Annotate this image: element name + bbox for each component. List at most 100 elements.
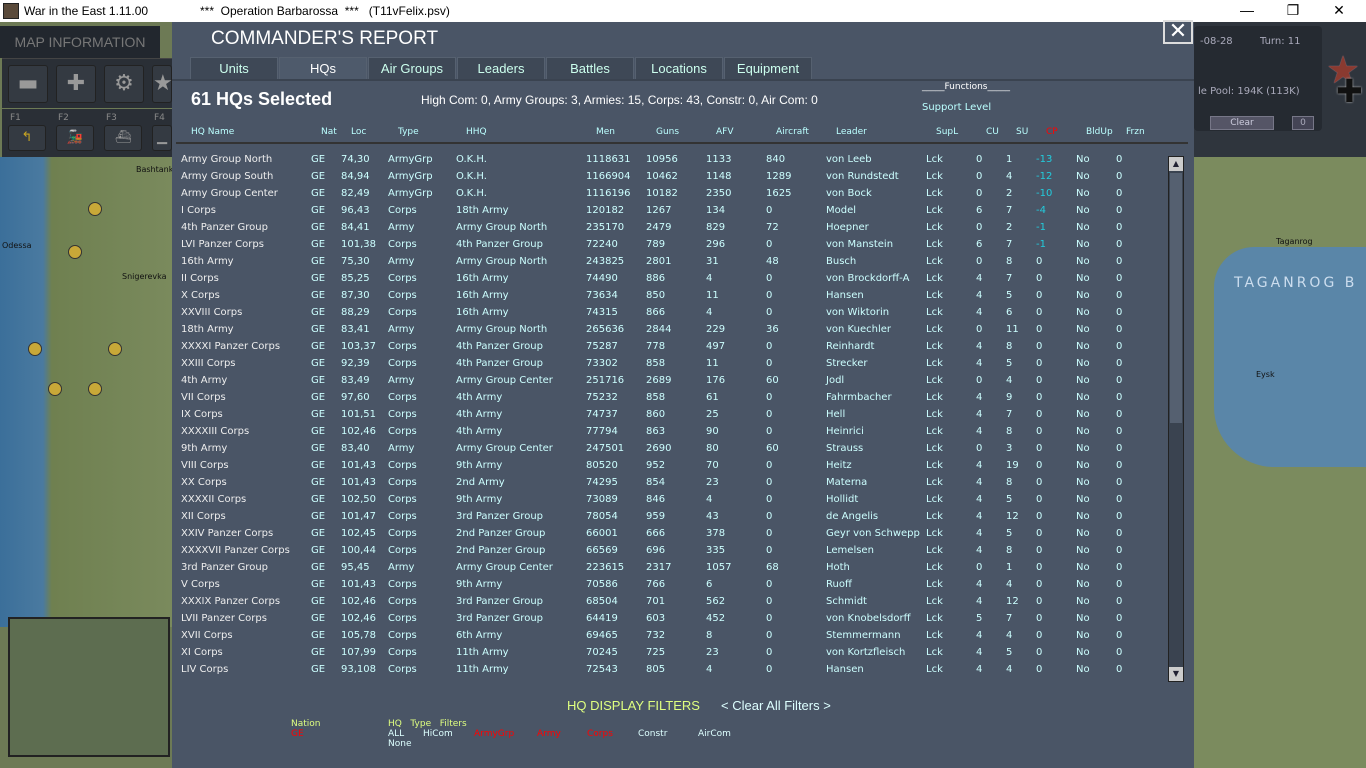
cell-aircraft: 0 xyxy=(766,579,773,590)
cell-nat: GE xyxy=(311,154,326,165)
cell-su: 2 xyxy=(1006,222,1013,233)
map-view[interactable]: Bashtanka Odessa Snigerevka xyxy=(0,157,178,627)
cell-loc: 102,46 xyxy=(341,426,376,437)
minimap[interactable] xyxy=(8,617,170,757)
cell-loc: 100,44 xyxy=(341,545,376,556)
unit-counter[interactable] xyxy=(28,342,42,356)
filter-hicom[interactable]: HiCom xyxy=(423,729,453,739)
tab-air-groups[interactable]: Air Groups xyxy=(368,57,456,80)
filter-aircom[interactable]: AirCom xyxy=(698,729,731,739)
filter-constr[interactable]: Constr xyxy=(638,729,667,739)
column-header-loc[interactable]: Loc xyxy=(351,127,366,137)
filter-corps[interactable]: Corps xyxy=(587,729,613,739)
cell-guns: 701 xyxy=(646,596,666,607)
cell-afv: 4 xyxy=(706,273,713,284)
scrollbar[interactable]: ▲ ▼ xyxy=(1168,156,1184,682)
maximize-button[interactable]: ❐ xyxy=(1270,2,1316,19)
column-header-leader[interactable]: Leader xyxy=(836,127,867,137)
cell-leader: Hansen xyxy=(826,664,864,675)
filter-armygrp[interactable]: ArmyGrp xyxy=(474,729,514,739)
german-cross-icon[interactable]: ✚ xyxy=(1336,72,1363,110)
tab-hqs[interactable]: HQs xyxy=(279,57,367,80)
column-header-cp[interactable]: CP xyxy=(1046,127,1058,137)
column-header-frzn[interactable]: Frzn xyxy=(1126,127,1145,137)
unit-counter[interactable] xyxy=(68,245,82,259)
cell-type: Corps xyxy=(388,290,417,301)
cell-aircraft: 840 xyxy=(766,154,786,165)
scroll-up-arrow-icon[interactable]: ▲ xyxy=(1169,157,1183,171)
tab-equipment[interactable]: Equipment xyxy=(724,57,812,80)
scroll-thumb[interactable] xyxy=(1170,173,1182,423)
map-view-right[interactable]: Taganrog TAGANROG B Eysk xyxy=(1194,157,1366,768)
filter-none[interactable]: None xyxy=(388,739,411,749)
cell-leader: de Angelis xyxy=(826,511,879,522)
close-window-button[interactable]: ✕ xyxy=(1316,2,1362,19)
cell-guns: 10462 xyxy=(646,171,678,182)
cell-supl: Lck xyxy=(926,358,943,369)
column-header-aircraft[interactable]: Aircraft xyxy=(776,127,809,137)
cell-aircraft: 60 xyxy=(766,375,779,386)
column-header-guns[interactable]: Guns xyxy=(656,127,679,137)
cell-cp: 0 xyxy=(1036,256,1043,267)
star-icon[interactable]: ★ xyxy=(152,65,173,103)
ship-icon[interactable]: ⛴ xyxy=(104,125,142,151)
unit-counter[interactable] xyxy=(88,202,102,216)
cell-nat: GE xyxy=(311,579,326,590)
move-path-icon[interactable]: ↰ xyxy=(8,125,46,151)
column-header-hhq[interactable]: HHQ xyxy=(466,127,487,137)
cell-cp: 0 xyxy=(1036,273,1043,284)
column-header-nat[interactable]: Nat xyxy=(321,127,337,137)
train-icon[interactable]: 🚂 xyxy=(56,125,94,151)
cell-hq-name: XX Corps xyxy=(181,477,227,488)
filter-army[interactable]: Army xyxy=(537,729,561,739)
scroll-down-arrow-icon[interactable]: ▼ xyxy=(1169,667,1183,681)
tab-battles[interactable]: Battles xyxy=(546,57,634,80)
minimize-button[interactable]: — xyxy=(1224,2,1270,18)
map-information-button[interactable]: MAP INFORMATION xyxy=(0,26,160,58)
support-level-button[interactable]: Support Level xyxy=(922,102,991,113)
column-header-supl[interactable]: SupL xyxy=(936,127,958,137)
clear-button[interactable]: Clear xyxy=(1210,116,1274,130)
column-header-bldup[interactable]: BldUp xyxy=(1086,127,1113,137)
gear-icon[interactable]: ⚙ xyxy=(104,65,144,103)
cell-bldup: No xyxy=(1076,188,1090,199)
nation-filter-ge[interactable]: GE xyxy=(291,729,304,739)
cell-guns: 850 xyxy=(646,290,666,301)
column-header-men[interactable]: Men xyxy=(596,127,615,137)
cell-aircraft: 0 xyxy=(766,647,773,658)
cell-cu: 4 xyxy=(976,426,983,437)
cell-bldup: No xyxy=(1076,647,1090,658)
cell-hq-name: 18th Army xyxy=(181,324,234,335)
cell-aircraft: 0 xyxy=(766,664,773,675)
unit-counter[interactable] xyxy=(88,382,102,396)
cell-supl: Lck xyxy=(926,188,943,199)
tab-locations[interactable]: Locations xyxy=(635,57,723,80)
cell-su: 19 xyxy=(1006,460,1019,471)
column-header-hq-name[interactable]: HQ Name xyxy=(191,127,234,137)
cell-supl: Lck xyxy=(926,171,943,182)
column-header-afv[interactable]: AFV xyxy=(716,127,734,137)
cell-afv: 229 xyxy=(706,324,726,335)
counter-field[interactable]: 0 xyxy=(1292,116,1314,130)
column-header-cu[interactable]: CU xyxy=(986,127,999,137)
cell-hhq: 3rd Panzer Group xyxy=(456,596,544,607)
cell-frzn: 0 xyxy=(1116,511,1123,522)
unit-counter[interactable] xyxy=(48,382,62,396)
cell-hq-name: XXIII Corps xyxy=(181,358,236,369)
cell-su: 8 xyxy=(1006,545,1013,556)
boat-icon[interactable]: ▁ xyxy=(152,125,172,151)
tab-leaders[interactable]: Leaders xyxy=(457,57,545,80)
filter-all[interactable]: ALL xyxy=(388,729,404,739)
column-header-su[interactable]: SU xyxy=(1016,127,1028,137)
clear-all-filters-link[interactable]: < Clear All Filters > xyxy=(721,698,831,713)
unit-counter[interactable] xyxy=(108,342,122,356)
close-report-button[interactable]: ✕ xyxy=(1163,20,1193,44)
cell-supl: Lck xyxy=(926,528,943,539)
crosses-icon[interactable]: ✚ xyxy=(56,65,96,103)
cell-type: Corps xyxy=(388,239,417,250)
tab-units[interactable]: Units xyxy=(190,57,278,80)
tank-icon[interactable]: ▬ xyxy=(8,65,48,103)
column-header-type[interactable]: Type xyxy=(398,127,419,137)
cell-bldup: No xyxy=(1076,494,1090,505)
cell-leader: Stemmermann xyxy=(826,630,901,641)
